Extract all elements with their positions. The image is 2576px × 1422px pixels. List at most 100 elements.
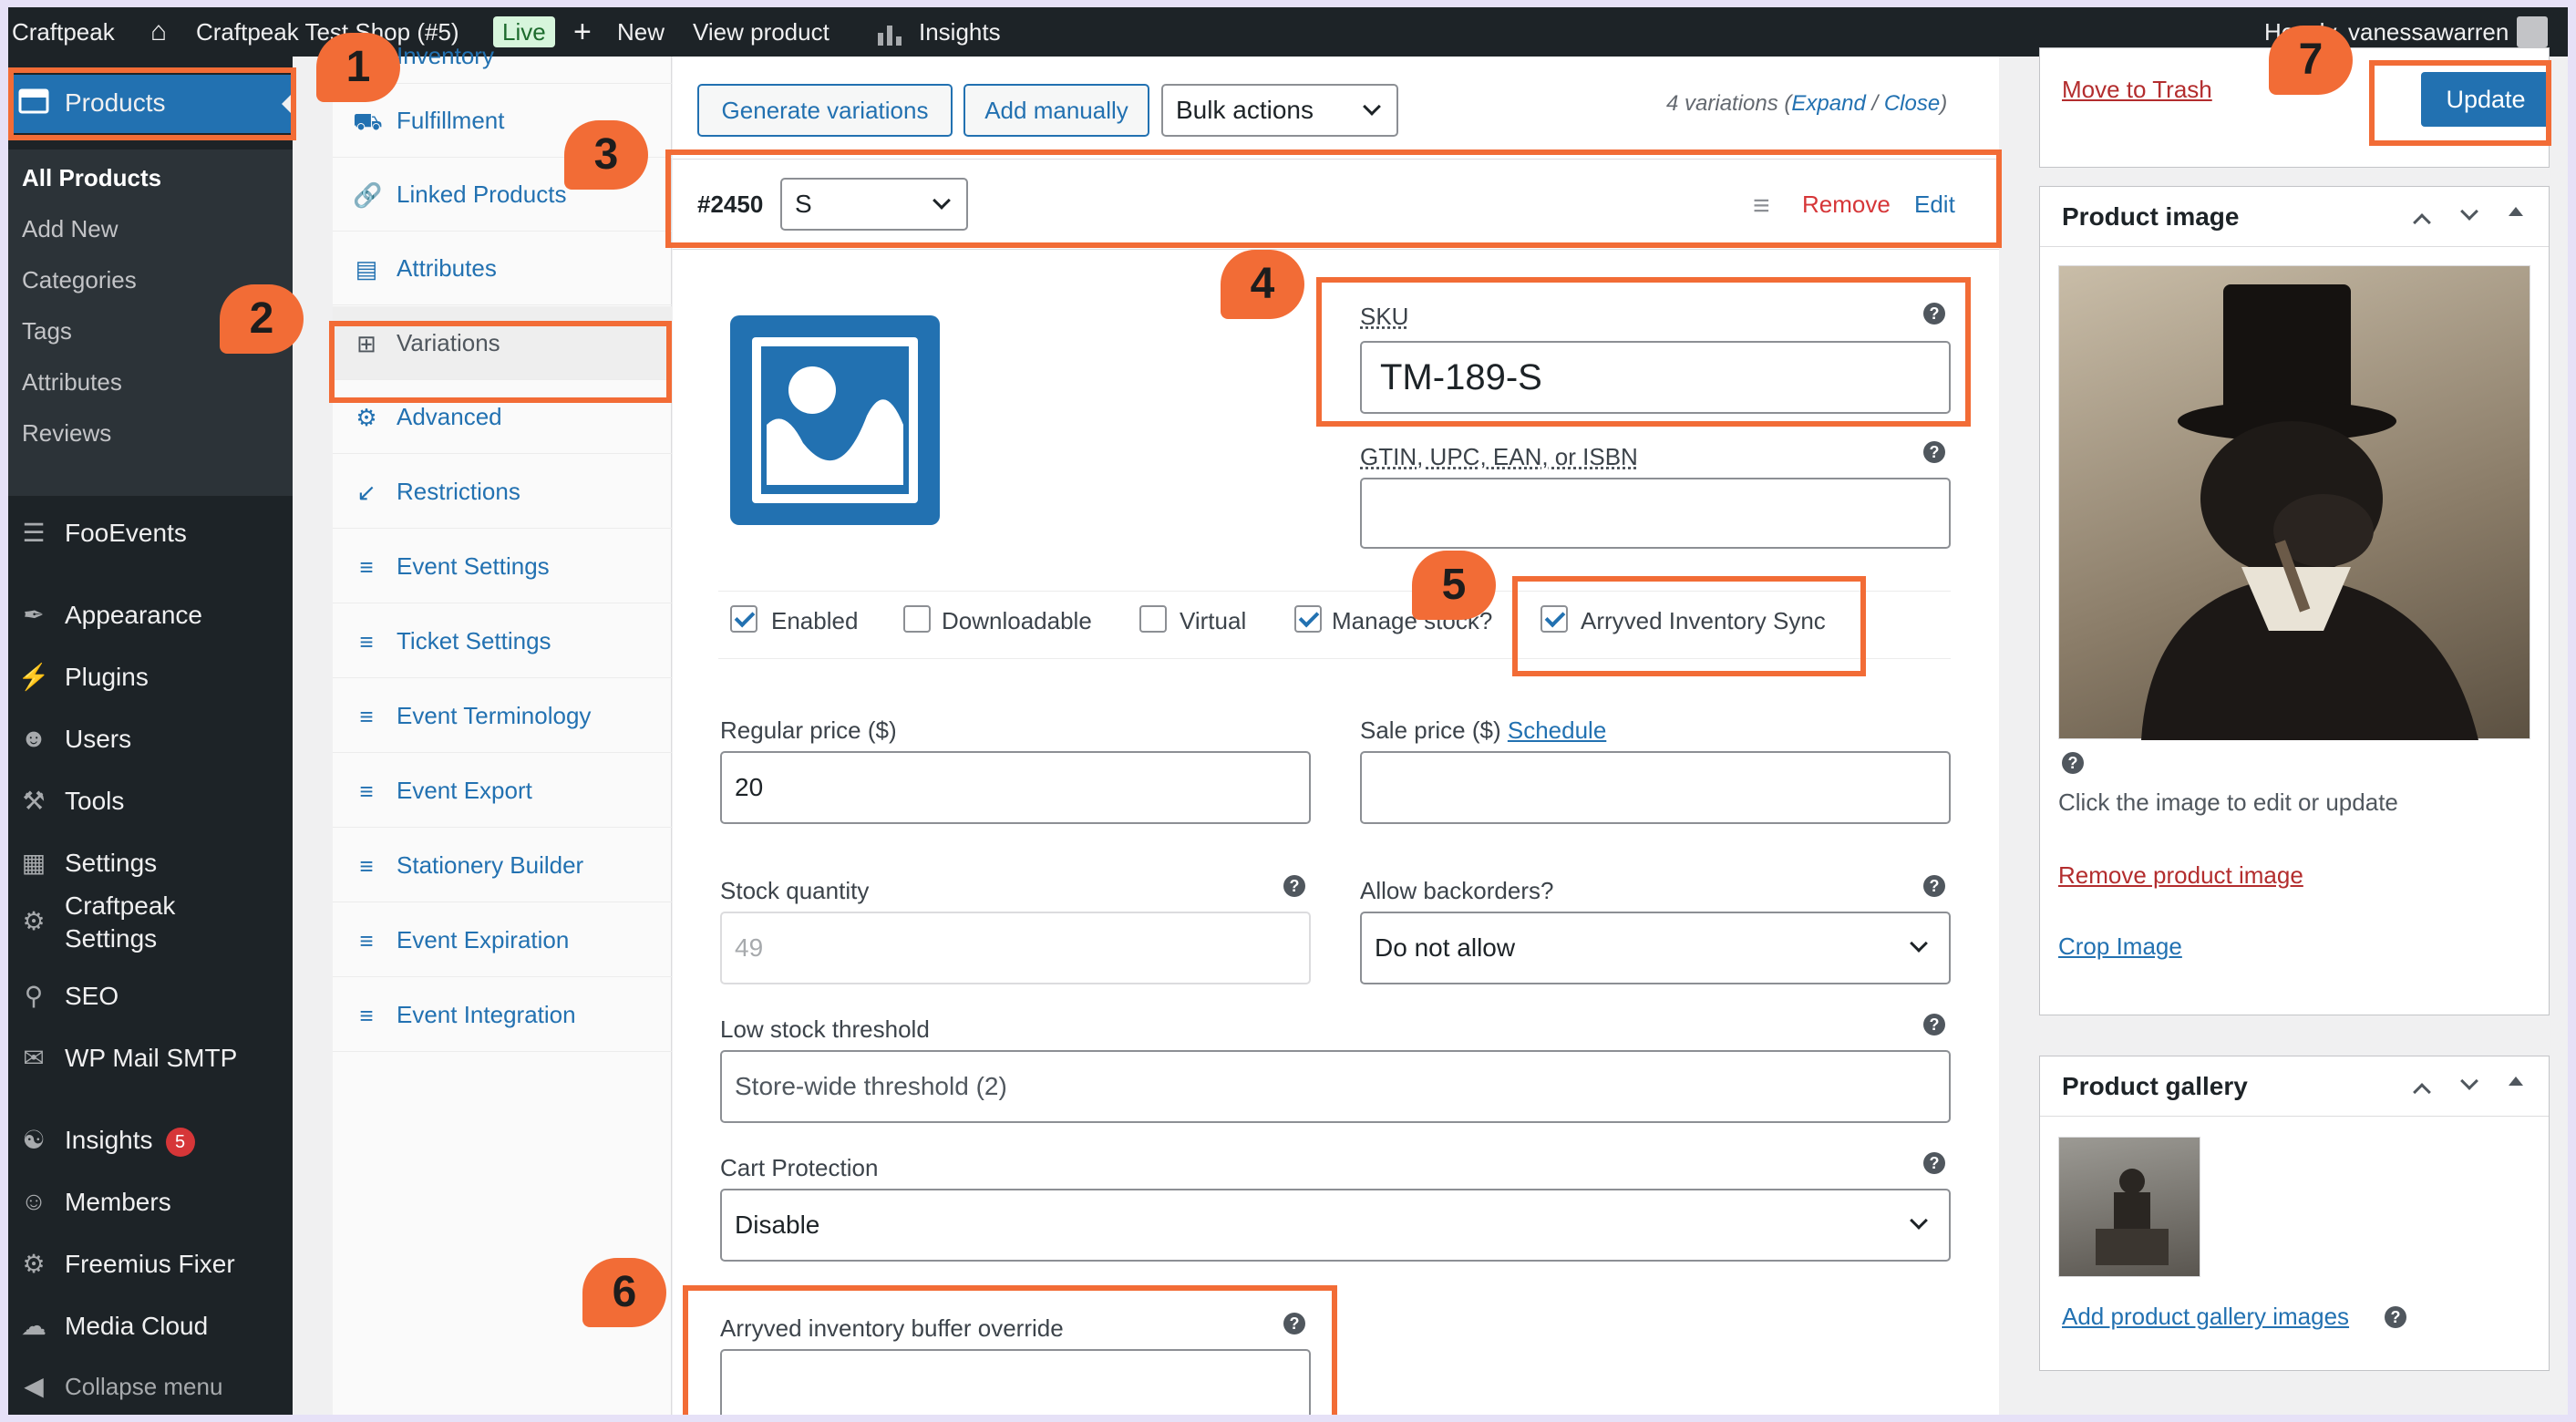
grid-icon: ⊞	[356, 330, 376, 357]
move-up-icon[interactable]	[2413, 213, 2431, 232]
fooevents-icon: ☰	[22, 519, 46, 547]
sale-price-input[interactable]	[1360, 751, 1951, 824]
sidebar-item-users[interactable]: ☻ Users	[8, 711, 293, 768]
variation-image-placeholder[interactable]	[730, 315, 940, 525]
insights-link[interactable]: Insights	[919, 7, 1001, 57]
regular-price-input[interactable]: 20	[720, 751, 1311, 824]
toggle-panel-icon[interactable]	[2509, 1077, 2523, 1086]
help-icon[interactable]: ?	[1923, 1152, 1945, 1174]
tab-event-expiration[interactable]: ≡ Event Expiration	[333, 903, 672, 977]
sku-input[interactable]: TM-189-S	[1360, 341, 1951, 414]
add-manually-button[interactable]: Add manually	[963, 84, 1149, 137]
stack-icon: ≡	[359, 852, 374, 880]
sidebar-item-label: Members	[65, 1188, 171, 1216]
tab-label: Event Integration	[397, 1001, 576, 1028]
sidebar-item-insights[interactable]: ☯ Insights 5	[8, 1112, 293, 1169]
gtin-input[interactable]	[1360, 478, 1951, 549]
remove-product-image-link[interactable]: Remove product image	[2058, 861, 2303, 890]
submenu-all-products[interactable]: All Products	[22, 164, 161, 192]
stock-quantity-input[interactable]: 49	[720, 912, 1311, 984]
remove-variation-link[interactable]: Remove	[1802, 191, 1891, 219]
tab-restrictions[interactable]: ↙ Restrictions	[333, 455, 672, 529]
collapse-icon: ◀	[24, 1372, 44, 1400]
backorders-select[interactable]: Do not allow	[1360, 912, 1951, 984]
close-link[interactable]: Close	[1884, 91, 1940, 116]
sidebar-item-label: WP Mail SMTP	[65, 1044, 238, 1072]
home-icon[interactable]: ⌂	[150, 7, 167, 57]
wrench-icon: ⚒	[22, 787, 46, 815]
move-to-trash-link[interactable]: Move to Trash	[2062, 76, 2212, 104]
generate-variations-button[interactable]: Generate variations	[697, 84, 953, 137]
submenu-attributes[interactable]: Attributes	[22, 368, 122, 397]
bulk-actions-select[interactable]: Bulk actions	[1161, 84, 1398, 137]
tab-event-integration[interactable]: ≡ Event Integration	[333, 978, 672, 1052]
help-icon[interactable]: ?	[1923, 441, 1945, 463]
cart-protection-select[interactable]: Disable	[720, 1189, 1951, 1262]
avatar[interactable]	[2517, 16, 2548, 47]
variation-attribute-select[interactable]: S	[780, 178, 968, 231]
tab-event-settings[interactable]: ≡ Event Settings	[333, 530, 672, 603]
tab-attributes[interactable]: ▤ Attributes	[333, 232, 672, 305]
move-up-icon[interactable]	[2413, 1083, 2431, 1101]
help-icon[interactable]: ?	[1923, 1014, 1945, 1036]
tab-label: Stationery Builder	[397, 851, 584, 879]
sidebar-item-freemius-fixer[interactable]: ⚙ Freemius Fixer	[8, 1236, 293, 1293]
sidebar-item-label: Products	[65, 88, 166, 117]
tab-event-export[interactable]: ≡ Event Export	[333, 754, 672, 828]
sidebar-item-products[interactable]: Products	[8, 75, 293, 133]
help-icon[interactable]: ?	[1923, 303, 1945, 325]
sidebar-item-members[interactable]: ☺ Members	[8, 1174, 293, 1231]
buffer-override-input[interactable]	[720, 1349, 1311, 1415]
move-down-icon[interactable]	[2460, 1072, 2478, 1090]
sidebar-collapse-menu[interactable]: ◀ Collapse menu	[8, 1358, 293, 1415]
help-icon[interactable]: ?	[1923, 875, 1945, 897]
submenu-add-new[interactable]: Add New	[22, 215, 118, 243]
view-product-link[interactable]: View product	[693, 7, 829, 57]
manage-stock-checkbox[interactable]	[1294, 605, 1322, 633]
tab-stationery-builder[interactable]: ≡ Stationery Builder	[333, 829, 672, 902]
cart-protection-value: Disable	[735, 1211, 820, 1239]
tab-label: Event Terminology	[397, 702, 592, 729]
arryved-inventory-sync-checkbox[interactable]	[1540, 605, 1568, 633]
help-icon[interactable]: ?	[1283, 1313, 1305, 1334]
submenu-categories[interactable]: Categories	[22, 266, 137, 294]
sidebar-item-plugins[interactable]: ⚡ Plugins	[8, 649, 293, 706]
low-stock-input[interactable]: Store-wide threshold (2)	[720, 1050, 1951, 1123]
edit-variation-link[interactable]: Edit	[1914, 191, 1955, 219]
sidebar-item-media-cloud[interactable]: ☁ Media Cloud	[8, 1298, 293, 1355]
product-image[interactable]	[2058, 265, 2530, 740]
variation-header[interactable]: #2450 S ≡ Remove Edit	[673, 159, 1999, 250]
site-name[interactable]: Craftpeak	[12, 7, 115, 57]
separator: /	[1871, 91, 1879, 116]
downloadable-checkbox[interactable]	[903, 605, 931, 633]
expand-link[interactable]: Expand	[1791, 91, 1865, 116]
sidebar-item-seo[interactable]: ⚲ SEO	[8, 968, 293, 1025]
submenu-reviews[interactable]: Reviews	[22, 419, 111, 448]
tab-variations[interactable]: ⊞ Variations	[333, 306, 672, 380]
sidebar-item-wp-mail-smtp[interactable]: ✉ WP Mail SMTP	[8, 1030, 293, 1087]
tab-label: Ticket Settings	[397, 627, 551, 654]
sidebar-item-tools[interactable]: ⚒ Tools	[8, 773, 293, 830]
tab-event-terminology[interactable]: ≡ Event Terminology	[333, 679, 672, 753]
crop-image-link[interactable]: Crop Image	[2058, 933, 2182, 961]
tab-ticket-settings[interactable]: ≡ Ticket Settings	[333, 604, 672, 678]
sidebar-item-craftpeak-settings[interactable]: ⚙ Craftpeak Settings	[8, 873, 293, 970]
wordpress-admin-screen: Craftpeak ⌂ Craftpeak Test Shop (#5) Liv…	[8, 7, 2568, 1415]
enabled-checkbox[interactable]	[730, 605, 757, 633]
product-gallery-header: Product gallery	[2040, 1056, 2549, 1117]
sidebar-item-fooevents[interactable]: ☰ FooEvents	[8, 505, 293, 562]
drag-handle-icon[interactable]: ≡	[1753, 189, 1770, 222]
sidebar-item-appearance[interactable]: ✒ Appearance	[8, 587, 293, 644]
tab-advanced[interactable]: ⚙ Advanced	[333, 380, 672, 454]
submenu-tags[interactable]: Tags	[22, 317, 72, 345]
virtual-checkbox[interactable]	[1139, 605, 1167, 633]
help-icon[interactable]: ?	[2385, 1306, 2406, 1328]
help-icon[interactable]: ?	[1283, 875, 1305, 897]
add-gallery-images-link[interactable]: Add product gallery images	[2062, 1303, 2349, 1331]
gallery-thumbnail[interactable]	[2058, 1137, 2200, 1277]
move-down-icon[interactable]	[2460, 202, 2478, 221]
update-button[interactable]: Update	[2421, 72, 2550, 127]
help-icon[interactable]: ?	[2062, 752, 2084, 774]
toggle-panel-icon[interactable]	[2509, 207, 2523, 216]
schedule-link[interactable]: Schedule	[1508, 716, 1606, 744]
